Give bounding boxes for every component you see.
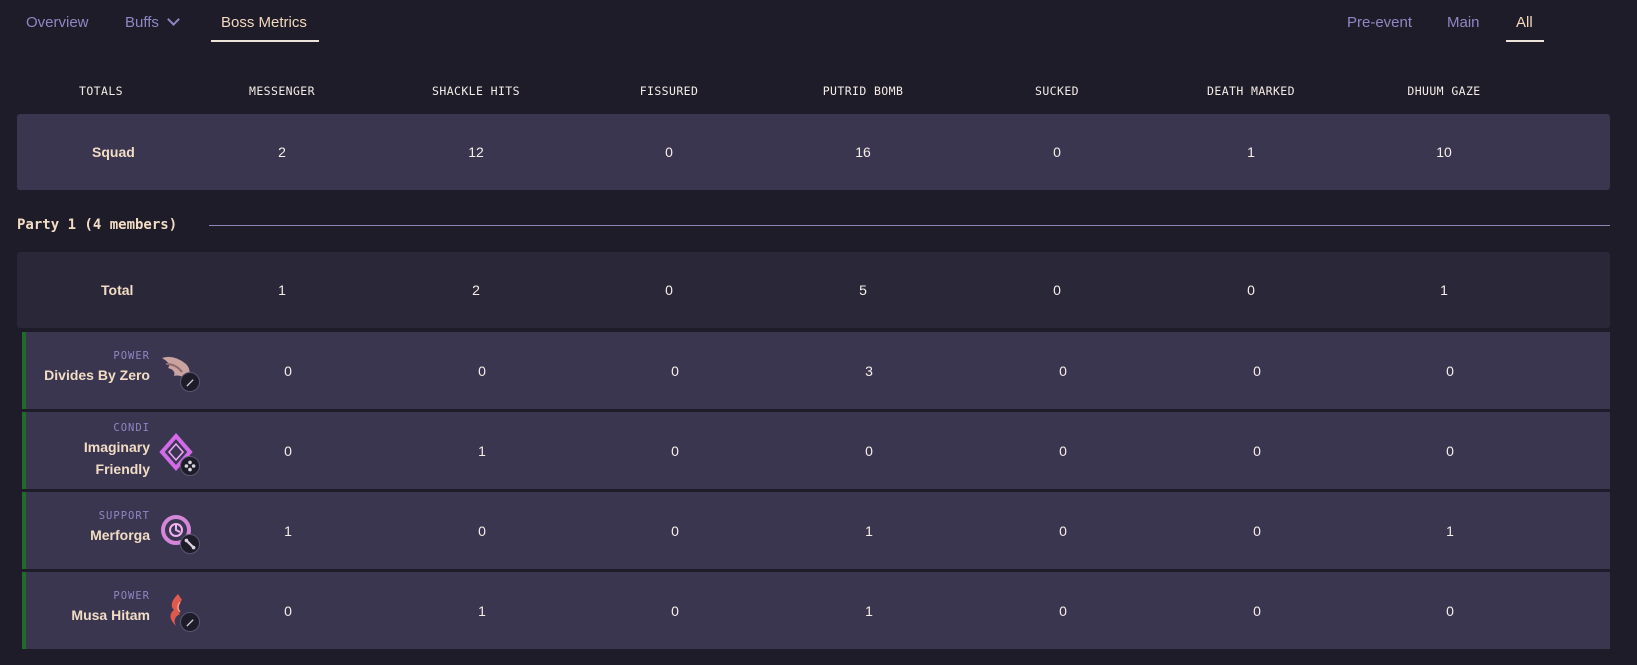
col-header-dhuum-gaze[interactable]: DHUUM GAZE	[1407, 84, 1480, 98]
player-name-block: SUPPORT Merforga	[26, 510, 150, 550]
player-fissured: 0	[671, 522, 679, 539]
squad-label: Squad	[92, 144, 135, 160]
total-death-marked: 0	[1247, 282, 1255, 298]
col-header-putrid-bomb[interactable]: PUTRID BOMB	[823, 84, 904, 98]
total-shackle-hits: 2	[472, 282, 480, 298]
player-row[interactable]: POWER Musa Hitam 0 1 0 1 0 0 0	[22, 572, 1610, 649]
player-fissured: 0	[671, 602, 679, 619]
tab-boss-metrics[interactable]: Boss Metrics	[211, 14, 319, 42]
player-name-block: CONDI Imaginary Friendly	[26, 422, 150, 482]
party-title: Party 1 (4 members)	[17, 217, 178, 233]
tab-label: Main	[1447, 14, 1480, 31]
tab-buffs[interactable]: Buffs	[125, 13, 180, 40]
player-dhuum-gaze: 0	[1446, 602, 1454, 619]
tab-label: Buffs	[125, 14, 159, 31]
player-role: CONDI	[113, 422, 150, 434]
squad-sucked: 0	[1053, 144, 1061, 160]
player-messenger: 1	[284, 522, 292, 539]
total-putrid-bomb: 5	[859, 282, 867, 298]
player-putrid-bomb: 0	[865, 442, 873, 459]
player-role: POWER	[113, 350, 150, 362]
player-putrid-bomb: 3	[865, 362, 873, 379]
player-shackle-hits: 1	[478, 602, 486, 619]
col-header-fissured[interactable]: FISSURED	[640, 84, 699, 98]
player-sucked: 0	[1059, 442, 1067, 459]
party-total-row: Total 1 2 0 5 0 0 1	[17, 252, 1610, 328]
squad-dhuum-gaze: 10	[1436, 144, 1452, 160]
player-sucked: 0	[1059, 602, 1067, 619]
player-name: Divides By Zero	[44, 367, 150, 383]
player-death-marked: 0	[1253, 362, 1261, 379]
pencil-icon	[180, 372, 200, 392]
player-dhuum-gaze: 1	[1446, 522, 1454, 539]
player-shackle-hits: 0	[478, 362, 486, 379]
col-header-messenger[interactable]: MESSENGER	[249, 84, 315, 98]
tab-pre-event[interactable]: Pre-event	[1347, 14, 1412, 40]
player-row[interactable]: SUPPORT Merforga 1 0 0 1 0 0 1	[22, 492, 1610, 569]
player-role: POWER	[113, 590, 150, 602]
table-header: TOTALS MESSENGER SHACKLE HITS FISSURED P…	[17, 84, 1610, 102]
player-fissured: 0	[671, 442, 679, 459]
col-header-death-marked[interactable]: DEATH MARKED	[1207, 84, 1295, 98]
squad-death-marked: 1	[1247, 144, 1255, 160]
player-death-marked: 0	[1253, 602, 1261, 619]
player-name: Merforga	[90, 527, 150, 543]
player-fissured: 0	[671, 362, 679, 379]
player-dhuum-gaze: 0	[1446, 442, 1454, 459]
player-death-marked: 0	[1253, 442, 1261, 459]
total-fissured: 0	[665, 282, 673, 298]
squad-row: Squad 2 12 0 16 0 1 10	[17, 114, 1610, 190]
player-name-block: POWER Musa Hitam	[26, 590, 150, 630]
player-name: Imaginary Friendly	[83, 439, 150, 477]
tab-main[interactable]: Main	[1447, 14, 1480, 40]
dots-icon	[180, 456, 200, 476]
squad-putrid-bomb: 16	[855, 144, 871, 160]
player-putrid-bomb: 1	[865, 602, 873, 619]
player-shackle-hits: 0	[478, 522, 486, 539]
bone-icon	[180, 534, 200, 554]
tab-label: All	[1516, 14, 1533, 31]
pencil-icon	[180, 612, 200, 632]
player-sucked: 0	[1059, 522, 1067, 539]
player-messenger: 0	[284, 362, 292, 379]
tab-all[interactable]: All	[1506, 14, 1544, 42]
col-header-shackle-hits[interactable]: SHACKLE HITS	[432, 84, 520, 98]
squad-fissured: 0	[665, 144, 673, 160]
top-nav: Overview Buffs Boss Metrics Pre-event Ma…	[0, 0, 1637, 44]
party-total-label: Total	[101, 282, 134, 298]
tab-label: Boss Metrics	[221, 14, 307, 31]
player-row[interactable]: POWER Divides By Zero 0 0 0 3 0 0 0	[22, 332, 1610, 409]
player-name-block: POWER Divides By Zero	[26, 350, 150, 390]
total-messenger: 1	[278, 282, 286, 298]
player-role: SUPPORT	[98, 510, 150, 522]
player-death-marked: 0	[1253, 522, 1261, 539]
player-row[interactable]: CONDI Imaginary Friendly 0 1 0 0 0 0 0	[22, 412, 1610, 489]
player-shackle-hits: 1	[478, 442, 486, 459]
player-messenger: 0	[284, 442, 292, 459]
col-header-totals: TOTALS	[79, 84, 123, 98]
tab-overview[interactable]: Overview	[26, 14, 89, 40]
chevron-down-icon	[167, 13, 180, 26]
party-heading: Party 1 (4 members)	[17, 216, 1610, 236]
tab-label: Overview	[26, 14, 89, 31]
player-name: Musa Hitam	[71, 607, 150, 623]
player-sucked: 0	[1059, 362, 1067, 379]
player-messenger: 0	[284, 602, 292, 619]
player-putrid-bomb: 1	[865, 522, 873, 539]
col-header-sucked[interactable]: SUCKED	[1035, 84, 1079, 98]
player-dhuum-gaze: 0	[1446, 362, 1454, 379]
total-dhuum-gaze: 1	[1440, 282, 1448, 298]
total-sucked: 0	[1053, 282, 1061, 298]
tab-label: Pre-event	[1347, 14, 1413, 31]
divider	[209, 225, 1610, 226]
squad-shackle-hits: 12	[468, 144, 484, 160]
squad-messenger: 2	[278, 144, 286, 160]
